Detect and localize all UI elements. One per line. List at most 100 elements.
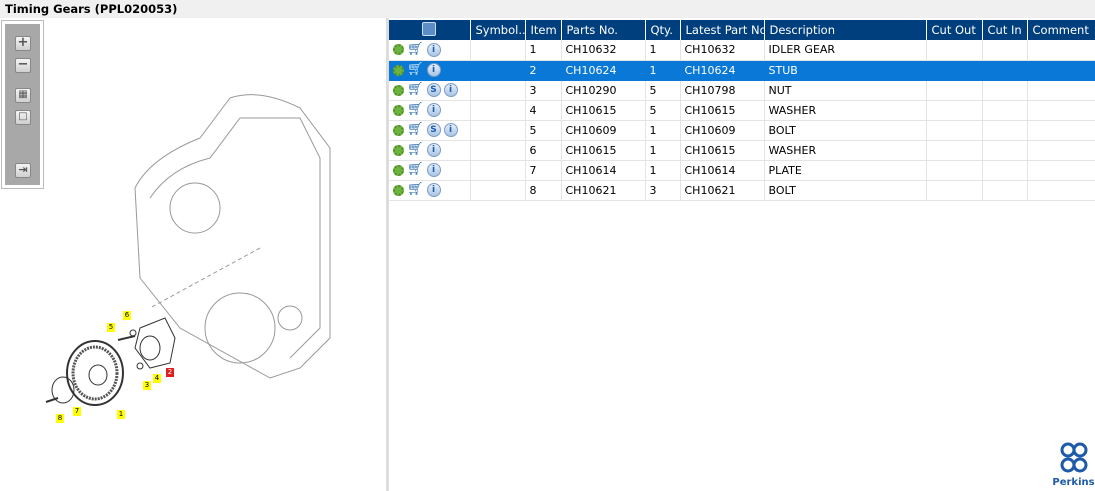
callout-1[interactable]: 1 <box>117 410 125 419</box>
callout-5[interactable]: 5 <box>107 323 115 332</box>
cell-qty: 5 <box>645 80 681 101</box>
cell-qty: 1 <box>645 120 681 141</box>
callout-8[interactable]: 8 <box>56 414 64 423</box>
info-icon[interactable]: i <box>426 42 441 57</box>
table-row[interactable]: 🛒︎ i 2 CH10624 1 CH10624 STUB <box>389 60 1095 81</box>
cell-item: 2 <box>525 60 562 81</box>
row-actions: 🛒︎ i <box>389 160 471 181</box>
cell-latest: CH10615 <box>680 100 765 121</box>
cell-desc: NUT <box>764 80 927 101</box>
cell-comment <box>1027 140 1095 161</box>
supersession-icon[interactable]: S <box>426 83 441 97</box>
info-icon[interactable]: i <box>443 123 458 137</box>
cell-qty: 1 <box>645 140 681 161</box>
table-row[interactable]: 🛒︎ i 7 CH10614 1 CH10614 PLATE <box>389 160 1095 181</box>
row-actions: 🛒︎ i <box>389 140 471 161</box>
callout-3[interactable]: 3 <box>143 381 151 390</box>
cell-comment <box>1027 120 1095 141</box>
callout-6[interactable]: 6 <box>123 311 131 320</box>
cell-desc: STUB <box>764 60 927 81</box>
gear-icon[interactable] <box>393 124 404 136</box>
gear-icon[interactable] <box>393 104 404 116</box>
cell-part: CH10615 <box>561 100 646 121</box>
cell-comment <box>1027 100 1095 121</box>
info-icon[interactable]: i <box>426 143 441 157</box>
column-header-cut-out[interactable]: Cut Out <box>926 20 983 40</box>
cart-icon[interactable]: 🛒︎ <box>407 63 424 76</box>
cell-latest: CH10632 <box>680 40 765 61</box>
gear-icon[interactable] <box>393 144 404 156</box>
column-header-description[interactable]: Description <box>764 20 927 40</box>
column-header-item[interactable]: Item <box>525 20 562 40</box>
page-title: Timing Gears (PPL020053) <box>0 0 1095 18</box>
cell-part: CH10615 <box>561 140 646 161</box>
cell-desc: WASHER <box>764 140 927 161</box>
cell-symbol <box>470 60 526 81</box>
table-row[interactable]: 🛒︎ i 8 CH10621 3 CH10621 BOLT <box>389 180 1095 201</box>
cart-icon[interactable]: 🛒︎ <box>407 123 424 136</box>
callout-2[interactable]: 2 <box>166 368 174 377</box>
supersession-icon[interactable]: S <box>426 123 441 137</box>
table-row[interactable]: 🛒︎ i 1 CH10632 1 CH10632 IDLER GEAR <box>389 40 1095 61</box>
row-actions: 🛒︎ i <box>389 100 471 121</box>
table-row[interactable]: 🛒︎ Si 5 CH10609 1 CH10609 BOLT <box>389 120 1095 141</box>
gear-icon[interactable] <box>393 184 404 196</box>
cell-symbol <box>470 40 526 61</box>
column-header-comment[interactable]: Comment <box>1027 20 1095 40</box>
cart-icon[interactable]: 🛒︎ <box>407 143 424 156</box>
gear-icon[interactable] <box>393 44 404 56</box>
cell-desc: IDLER GEAR <box>764 40 927 61</box>
column-header-parts-no[interactable]: Parts No. <box>561 20 646 40</box>
search-columns-icon[interactable] <box>422 21 437 36</box>
callout-7[interactable]: 7 <box>73 407 81 416</box>
gear-icon[interactable] <box>393 84 404 96</box>
table-row[interactable]: 🛒︎ i 4 CH10615 5 CH10615 WASHER <box>389 100 1095 121</box>
gear-icon[interactable] <box>393 64 404 76</box>
cell-qty: 3 <box>645 180 681 201</box>
perkins-logo: Perkins <box>1052 442 1095 488</box>
cell-cut_out <box>926 80 983 101</box>
cell-item: 3 <box>525 80 562 101</box>
column-header-cut-in[interactable]: Cut In <box>982 20 1028 40</box>
cell-cut_out <box>926 180 983 201</box>
cell-cut_in <box>982 180 1028 201</box>
cell-qty: 1 <box>645 60 681 81</box>
cell-symbol <box>470 180 526 201</box>
info-icon[interactable]: i <box>426 103 441 117</box>
cell-cut_out <box>926 40 983 61</box>
cart-icon[interactable]: 🛒︎ <box>407 163 424 176</box>
callout-4[interactable]: 4 <box>153 374 161 383</box>
column-header-latest-part-no[interactable]: Latest Part No. <box>680 20 765 40</box>
row-actions: 🛒︎ i <box>389 60 471 81</box>
cell-latest: CH10609 <box>680 120 765 141</box>
gear-icon[interactable] <box>393 164 404 176</box>
cell-symbol <box>470 160 526 181</box>
info-icon[interactable]: i <box>426 183 441 197</box>
info-icon[interactable]: i <box>426 163 441 177</box>
cell-cut_out <box>926 60 983 81</box>
perkins-emblem-icon <box>1060 442 1087 473</box>
info-icon[interactable]: i <box>443 83 458 97</box>
cell-cut_in <box>982 160 1028 181</box>
cell-part: CH10624 <box>561 60 646 81</box>
column-header-search[interactable] <box>389 20 471 40</box>
cell-desc: BOLT <box>764 120 927 141</box>
info-icon[interactable]: i <box>426 63 441 77</box>
table-row[interactable]: 🛒︎ i 6 CH10615 1 CH10615 WASHER <box>389 140 1095 161</box>
cell-cut_in <box>982 80 1028 101</box>
cart-icon[interactable]: 🛒︎ <box>407 83 424 96</box>
column-header-qty[interactable]: Qty. <box>645 20 681 40</box>
column-header-symbol[interactable]: Symbol... <box>470 20 526 40</box>
cell-item: 6 <box>525 140 562 161</box>
cart-icon[interactable]: 🛒︎ <box>407 183 424 196</box>
cell-latest: CH10798 <box>680 80 765 101</box>
cart-icon[interactable]: 🛒︎ <box>407 43 424 56</box>
cell-cut_out <box>926 120 983 141</box>
cart-icon[interactable]: 🛒︎ <box>407 103 424 116</box>
diagram-panel[interactable]: + − ▦ □ ⇥ 1 2 3 4 5 6 7 8 <box>0 18 386 491</box>
table-row[interactable]: 🛒︎ Si 3 CH10290 5 CH10798 NUT <box>389 80 1095 101</box>
cell-latest: CH10615 <box>680 140 765 161</box>
cell-part: CH10614 <box>561 160 646 181</box>
cell-comment <box>1027 60 1095 81</box>
cell-part: CH10621 <box>561 180 646 201</box>
